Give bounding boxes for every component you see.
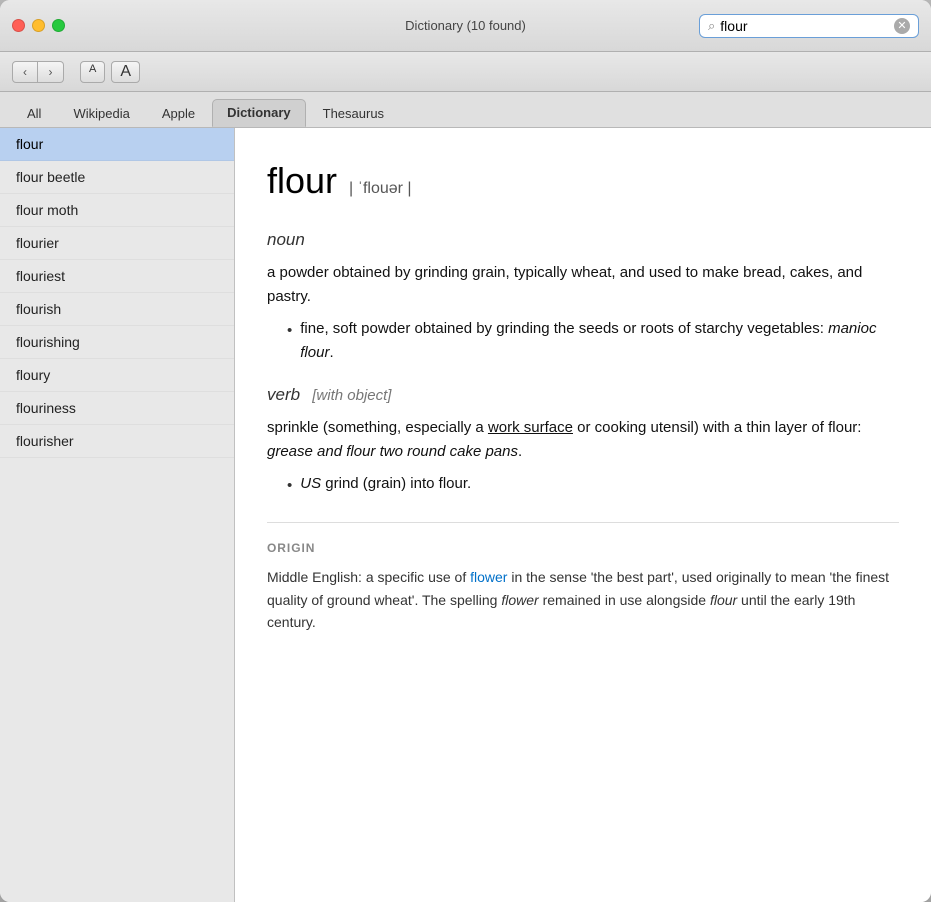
forward-icon: › [49, 65, 53, 79]
sidebar: flour flour beetle flour moth flourier f… [0, 128, 235, 902]
verb-def-example: grease and flour two round cake pans [267, 443, 518, 460]
maximize-button[interactable] [52, 19, 65, 32]
sidebar-item-flourishing[interactable]: flourishing [0, 326, 234, 359]
minimize-button[interactable] [32, 19, 45, 32]
font-increase-button[interactable]: A [111, 61, 140, 83]
main-content: flour flour beetle flour moth flourier f… [0, 128, 931, 902]
word-header: flour | ˈflouər | [267, 152, 899, 210]
bullet-icon: • [287, 319, 292, 365]
noun-main-def: a powder obtained by grinding grain, typ… [267, 261, 899, 309]
verb-main-def: sprinkle (something, especially a work s… [267, 416, 899, 464]
dictionary-content: flour | ˈflouər | noun a powder obtained… [235, 128, 931, 902]
tab-dictionary[interactable]: Dictionary [212, 99, 306, 127]
tab-wikipedia[interactable]: Wikipedia [58, 100, 144, 127]
verb-qualifier: [with object] [312, 387, 391, 404]
sidebar-item-flourier[interactable]: flourier [0, 227, 234, 260]
font-decrease-button[interactable]: A [80, 61, 105, 83]
sidebar-item-floury[interactable]: floury [0, 359, 234, 392]
search-input[interactable] [720, 18, 889, 34]
origin-section: ORIGIN Middle English: a specific use of… [267, 522, 899, 633]
sidebar-item-flourish[interactable]: flourish [0, 293, 234, 326]
noun-bullet-def: • fine, soft powder obtained by grinding… [287, 317, 899, 365]
origin-label: ORIGIN [267, 539, 899, 558]
titlebar-search: ⌕ ✕ [699, 14, 919, 38]
search-clear-button[interactable]: ✕ [894, 18, 910, 34]
verb-bullet-text: US grind (grain) into flour. [300, 472, 471, 498]
back-icon: ‹ [23, 65, 27, 79]
tabs-bar: All Wikipedia Apple Dictionary Thesaurus [0, 92, 931, 128]
sidebar-item-flour-beetle[interactable]: flour beetle [0, 161, 234, 194]
search-icon: ⌕ [708, 18, 715, 34]
search-box: ⌕ ✕ [699, 14, 919, 38]
back-button[interactable]: ‹ [12, 61, 38, 83]
noun-pos-label: noun [267, 230, 305, 249]
traffic-lights [12, 19, 65, 32]
noun-bullet-text: fine, soft powder obtained by grinding t… [300, 317, 899, 365]
noun-bullet-def-text: fine, soft powder obtained by grinding t… [300, 320, 824, 337]
font-size-controls: A A [80, 61, 140, 83]
tab-thesaurus[interactable]: Thesaurus [308, 100, 399, 127]
toolbar: ‹ › A A [0, 52, 931, 92]
origin-text: Middle English: a specific use of flower… [267, 566, 899, 633]
noun-pos-section: noun [267, 226, 899, 253]
verb-bullet-icon: • [287, 474, 292, 498]
tab-apple[interactable]: Apple [147, 100, 210, 127]
verb-def-prefix: sprinkle (something, especially a [267, 419, 484, 436]
verb-def-link[interactable]: work surface [488, 419, 573, 436]
sidebar-item-flouriest[interactable]: flouriest [0, 260, 234, 293]
word-pronunciation: | ˈflouər | [349, 176, 412, 202]
sidebar-item-flouriness[interactable]: flouriness [0, 392, 234, 425]
window-title: Dictionary (10 found) [405, 18, 526, 33]
origin-flower-link[interactable]: flower [470, 569, 507, 585]
sidebar-item-flourisher[interactable]: flourisher [0, 425, 234, 458]
verb-pos-label: verb [267, 385, 300, 404]
verb-bullet-def: • US grind (grain) into flour. [287, 472, 899, 498]
close-button[interactable] [12, 19, 25, 32]
verb-pos-section: verb [with object] [267, 381, 899, 408]
app-window: Dictionary (10 found) ⌕ ✕ ‹ › A A All Wi… [0, 0, 931, 902]
word-title: flour [267, 152, 337, 210]
forward-button[interactable]: › [38, 61, 64, 83]
sidebar-item-flour-moth[interactable]: flour moth [0, 194, 234, 227]
tab-all[interactable]: All [12, 100, 56, 127]
sidebar-item-flour[interactable]: flour [0, 128, 234, 161]
titlebar: Dictionary (10 found) ⌕ ✕ [0, 0, 931, 52]
